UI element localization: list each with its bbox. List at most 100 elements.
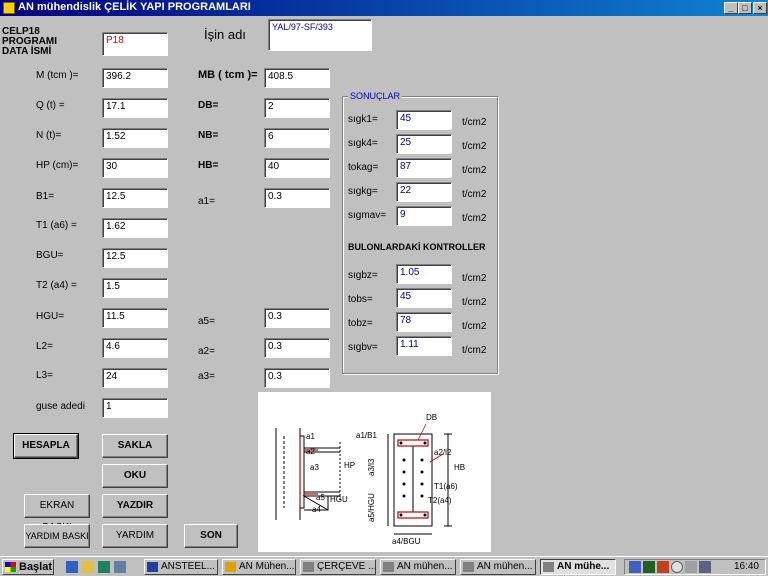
- browser-icon[interactable]: [66, 561, 78, 573]
- nb-input[interactable]: 6: [264, 128, 330, 148]
- hgu-label: HGU=: [36, 311, 65, 322]
- m-label: M (tcm )=: [36, 70, 79, 81]
- clock: 16:40: [733, 561, 759, 572]
- close-button[interactable]: ×: [753, 2, 767, 14]
- desktop-icon[interactable]: [98, 561, 110, 573]
- yardim-baski-button[interactable]: YARDIM BASKI: [24, 524, 90, 548]
- taskbar-item-cerceve[interactable]: ÇERÇEVE ...: [300, 559, 376, 575]
- connection-drawing: a1 a2 a3 HP a5 HGU a4 DB a1/B1 a2/l2 HB …: [258, 392, 491, 552]
- data-label-3: DATA İSMİ: [2, 46, 52, 57]
- guse-input[interactable]: 1: [102, 398, 168, 418]
- column-elevation: [275, 428, 341, 520]
- tray-icon[interactable]: [657, 561, 669, 573]
- taskbar-item-an-muhe-active[interactable]: AN mühe...: [540, 559, 616, 575]
- ekran-baski-button[interactable]: EKRAN BASKI: [24, 494, 90, 533]
- tray-icon[interactable]: [629, 561, 641, 573]
- hgu-input[interactable]: 11.5: [102, 308, 168, 328]
- q-input[interactable]: 17.1: [102, 98, 168, 118]
- sigbz-unit: t/cm2: [462, 273, 487, 284]
- label-a5hgu: a5/HGU: [367, 493, 376, 522]
- mb-input[interactable]: 408.5: [264, 68, 330, 88]
- son-button[interactable]: SON: [184, 524, 238, 548]
- sigbv-value: 1.11: [396, 336, 452, 356]
- data-name-input[interactable]: P18: [102, 32, 168, 56]
- taskbar-item-label: AN mühen...: [397, 561, 453, 572]
- system-tray: 16:40: [624, 559, 766, 575]
- tobz-label: tobz=: [348, 318, 373, 329]
- tobs-label: tobs=: [348, 294, 373, 305]
- yazdir-button[interactable]: YAZDIR: [102, 494, 168, 518]
- t2-input[interactable]: 1.5: [102, 278, 168, 298]
- tobs-value: 45: [396, 288, 452, 308]
- bgu-input[interactable]: 12.5: [102, 248, 168, 268]
- job-name-input[interactable]: YAL/97-SF/393: [268, 19, 372, 51]
- hb-input[interactable]: 40: [264, 158, 330, 178]
- guse-label: guse adedi: [36, 401, 85, 412]
- n-input[interactable]: 1.52: [102, 128, 168, 148]
- window-icon: [543, 562, 554, 572]
- nb-label: NB=: [198, 130, 219, 141]
- sakla-button[interactable]: SAKLA: [102, 434, 168, 458]
- hb-label: HB=: [198, 160, 219, 171]
- minimize-button[interactable]: _: [724, 2, 738, 14]
- start-button[interactable]: Başlat: [2, 559, 54, 575]
- oku-button[interactable]: OKU: [102, 464, 168, 488]
- tobz-unit: t/cm2: [462, 321, 487, 332]
- sigk4-value: 25: [396, 134, 452, 154]
- m-input[interactable]: 396.2: [102, 68, 168, 88]
- a1-input[interactable]: 0.3: [264, 188, 330, 208]
- channels-icon[interactable]: [114, 561, 126, 573]
- sigk1-value: 45: [396, 110, 452, 130]
- hp-input[interactable]: 30: [102, 158, 168, 178]
- label-hgu: HGU: [330, 495, 348, 504]
- bgu-label: BGU=: [36, 250, 64, 261]
- tray-icon[interactable]: [671, 561, 683, 573]
- label-a2l2: a2/l2: [434, 448, 452, 457]
- label-db: DB: [426, 413, 437, 422]
- l3-input[interactable]: 24: [102, 368, 168, 388]
- taskbar-item-an-muhen-2[interactable]: AN mühen...: [380, 559, 456, 575]
- sigkg-unit: t/cm2: [462, 189, 487, 200]
- sigk4-unit: t/cm2: [462, 141, 487, 152]
- tray-icon[interactable]: [643, 561, 655, 573]
- tokag-unit: t/cm2: [462, 165, 487, 176]
- db-label: DB=: [198, 100, 219, 111]
- taskbar-item-ansteel[interactable]: ANSTEEL...: [144, 559, 218, 575]
- a5-input[interactable]: 0.3: [264, 308, 330, 328]
- b1-input[interactable]: 12.5: [102, 188, 168, 208]
- sigkg-value: 22: [396, 182, 452, 202]
- hesapla-button[interactable]: HESAPLA: [13, 433, 79, 459]
- label-a3: a3: [310, 463, 319, 472]
- sigk1-label: sıgk1=: [348, 114, 378, 125]
- l2-label: L2=: [36, 341, 53, 352]
- speaker-icon[interactable]: [699, 561, 711, 573]
- label-hp: HP: [344, 461, 355, 470]
- window-icon: [147, 562, 158, 572]
- sigbv-label: sıgbv=: [348, 342, 378, 353]
- sigmav-value: 9: [396, 206, 452, 226]
- taskbar-item-an-muhen-1[interactable]: AN Mühen...: [222, 559, 296, 575]
- label-a4: a4: [312, 505, 321, 514]
- l2-input[interactable]: 4.6: [102, 338, 168, 358]
- label-a5: a5: [316, 493, 325, 502]
- b1-label: B1=: [36, 191, 55, 202]
- label-a3l3: a3/l3: [367, 458, 376, 476]
- hp-label: HP (cm)=: [36, 160, 79, 171]
- sigk4-label: sıgk4=: [348, 138, 378, 149]
- label-a1b1: a1/B1: [356, 431, 377, 440]
- label-a1: a1: [306, 432, 315, 441]
- a3-input[interactable]: 0.3: [264, 368, 330, 388]
- yardim-button[interactable]: YARDIM: [102, 524, 168, 548]
- maximize-button[interactable]: □: [738, 2, 752, 14]
- tray-icon[interactable]: [685, 561, 697, 573]
- taskbar-item-an-muhen-3[interactable]: AN mühen...: [460, 559, 536, 575]
- a2-input[interactable]: 0.3: [264, 338, 330, 358]
- db-input[interactable]: 2: [264, 98, 330, 118]
- a3-label: a3=: [198, 371, 215, 382]
- outlook-icon[interactable]: [82, 561, 94, 573]
- a5-label: a5=: [198, 316, 215, 327]
- sigmav-label: sıgmav=: [348, 210, 387, 221]
- sigbz-value: 1.05: [396, 264, 452, 284]
- t1-input[interactable]: 1.62: [102, 218, 168, 238]
- taskbar-item-label: AN mühen...: [477, 561, 533, 572]
